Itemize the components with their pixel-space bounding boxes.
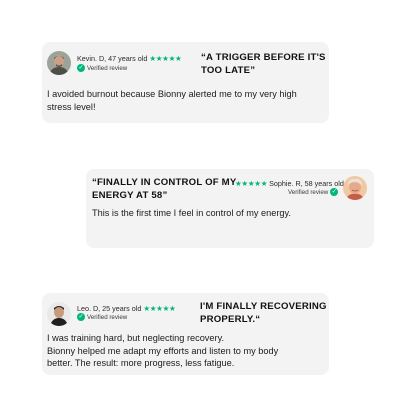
body-line: Bionny helped me adapt my efforts and li… — [47, 345, 279, 356]
review-card-leo: Leo. D, 25 years old ★★★★★ ✓ Verified re… — [42, 293, 329, 375]
headline-line: PROPERLY.“ — [200, 313, 261, 325]
reviewer-meta: ★★★★★ Sophie. R, 58 years old — [235, 179, 344, 188]
star-rating: ★★★★★ — [143, 304, 176, 313]
avatar — [47, 302, 71, 326]
check-icon: ✓ — [77, 313, 85, 321]
avatar — [47, 51, 71, 75]
reviewer-name: Leo. D, 25 years old — [77, 304, 142, 313]
star-rating: ★★★★★ — [235, 179, 268, 188]
verified-badge: ✓ Verified review — [77, 64, 127, 72]
verified-badge: ✓ Verified review — [77, 313, 127, 321]
body-line: stress level! — [47, 101, 96, 112]
review-headline: I'M FINALLY RECOVERING PROPERLY.“ — [200, 301, 327, 326]
headline-line: ENERGY AT 58” — [92, 189, 168, 201]
review-headline: “A TRIGGER BEFORE IT'S TOO LATE” — [201, 52, 326, 77]
review-body: I was training hard, but neglecting reco… — [47, 332, 278, 370]
body-line: better. The result: more progress, less … — [47, 358, 235, 368]
verified-badge: Verified review ✓ — [288, 188, 339, 196]
review-body: I avoided burnout because Bionny alerted… — [47, 88, 297, 113]
review-card-kevin: Kevin. D, 47 years old ★★★★★ ✓ Verified … — [42, 42, 329, 123]
avatar — [343, 176, 367, 200]
body-line: I avoided burnout because Bionny alerted… — [47, 89, 297, 99]
review-headline: “FINALLY IN CONTROL OF MY ENERGY AT 58” — [92, 177, 236, 202]
reviewer-name: Sophie. R, 58 years old — [269, 179, 344, 188]
body-line: I was training hard, but neglecting reco… — [47, 333, 225, 343]
reviewer-meta: Leo. D, 25 years old ★★★★★ — [77, 304, 176, 313]
verified-label: Verified review — [87, 313, 128, 321]
star-rating: ★★★★★ — [149, 54, 182, 63]
review-card-sophie: “FINALLY IN CONTROL OF MY ENERGY AT 58” … — [86, 169, 374, 248]
verified-label: Verified review — [87, 64, 128, 72]
reviewer-meta: Kevin. D, 47 years old ★★★★★ — [77, 54, 182, 63]
reviewer-name: Kevin. D, 47 years old — [77, 54, 148, 63]
body-line: This is the first time I feel in control… — [92, 208, 291, 218]
headline-line: TOO LATE” — [201, 64, 256, 76]
verified-label: Verified review — [288, 188, 329, 196]
review-body: This is the first time I feel in control… — [92, 207, 291, 220]
headline-line: “FINALLY IN CONTROL OF MY — [92, 177, 237, 188]
headline-line: “A TRIGGER BEFORE IT'S — [201, 52, 326, 63]
headline-line: I'M FINALLY RECOVERING — [200, 301, 327, 312]
check-icon: ✓ — [330, 188, 339, 196]
check-icon: ✓ — [77, 64, 85, 72]
